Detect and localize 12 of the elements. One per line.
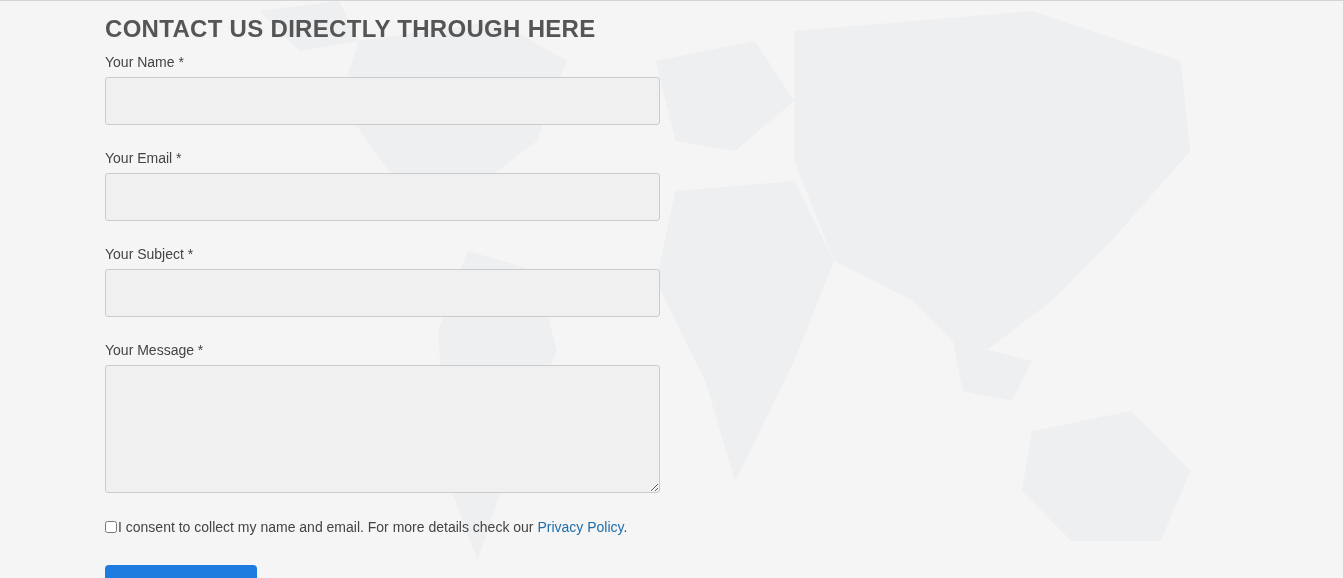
input-field[interactable] [105, 173, 660, 221]
consent-text: I consent to collect my name and email. For more details check our Privacy Policy. [118, 519, 628, 535]
field-label: Your Name * [105, 53, 185, 71]
input-field[interactable] [105, 269, 660, 317]
privacy-policy-link[interactable]: Privacy Policy [537, 519, 624, 535]
field-label: Your Email * [105, 149, 183, 167]
consent-checkbox[interactable] [105, 521, 117, 533]
field-label: Your Message * [105, 341, 205, 359]
input-field[interactable] [105, 77, 660, 125]
message-field[interactable] [105, 365, 660, 493]
field-label: Your Subject * [105, 245, 195, 263]
form-heading: CONTACT US DIRECTLY THROUGH HERE [105, 15, 597, 43]
